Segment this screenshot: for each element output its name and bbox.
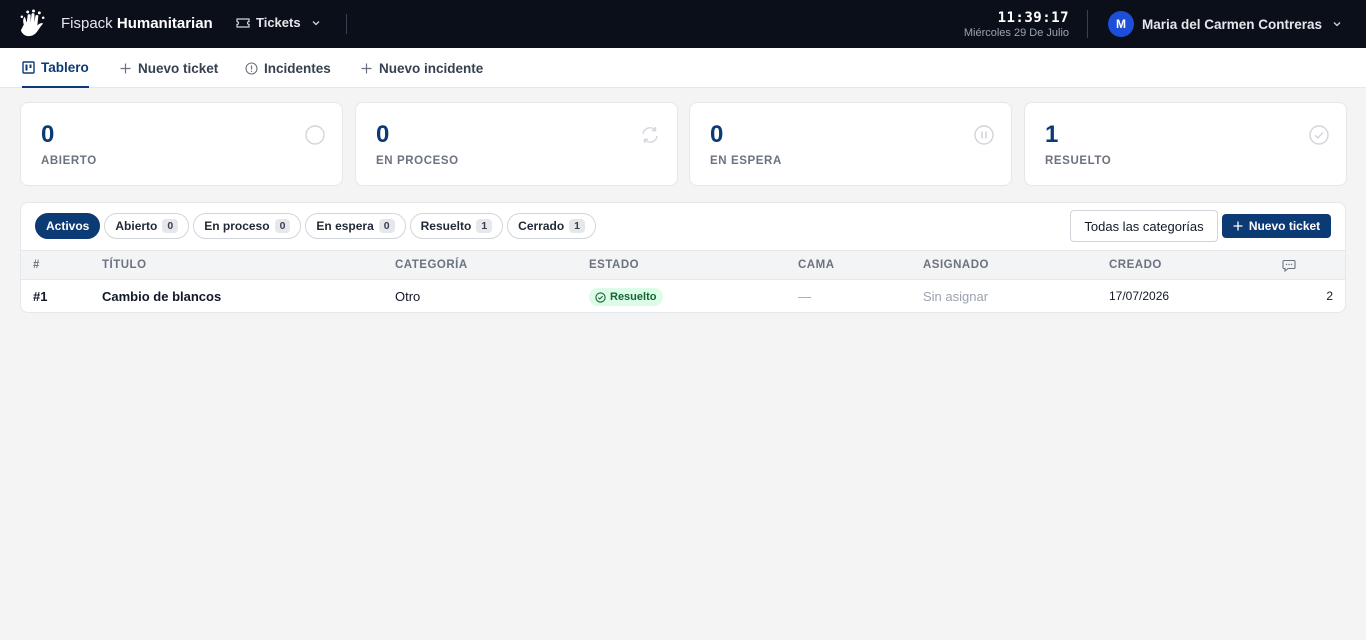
tab-nuevo-ticket[interactable]: Nuevo ticket <box>119 48 218 88</box>
col-header-created[interactable]: CREADO <box>1109 251 1162 280</box>
tab-label: Nuevo incidente <box>379 60 484 76</box>
stat-value: 1 <box>1045 121 1059 148</box>
top-bar: Fispack Humanitarian Tickets 11:39:17 Mi… <box>0 0 1366 48</box>
cell-bed: — <box>798 289 811 304</box>
chevron-down-icon <box>312 20 320 25</box>
tab-label: Incidentes <box>264 60 331 76</box>
module-label: Tickets <box>256 15 301 30</box>
tickets-panel: Activos Abierto 0 En proceso 0 En espera… <box>20 202 1346 313</box>
tab-label: Nuevo ticket <box>138 60 219 76</box>
filter-activos[interactable]: Activos <box>35 213 101 239</box>
clock: 11:39:17 Miércoles 29 De Julio <box>964 10 1069 40</box>
chevron-down-icon <box>1333 22 1341 27</box>
info-icon <box>245 61 258 75</box>
filter-count: 0 <box>162 219 179 233</box>
cell-title[interactable]: Cambio de blancos <box>102 280 221 312</box>
stat-card-resuelto[interactable]: 1 RESUELTO <box>1024 102 1347 186</box>
col-header-status[interactable]: ESTADO <box>589 251 639 280</box>
hands-logo-icon[interactable] <box>18 9 49 40</box>
status-label: Resuelto <box>610 291 657 303</box>
stat-value: 0 <box>41 121 55 148</box>
status-filters: Activos Abierto 0 En proceso 0 En espera… <box>35 213 597 239</box>
filter-en-espera[interactable]: En espera 0 <box>305 213 406 239</box>
filter-label: Resuelto <box>420 219 472 233</box>
filter-count: 0 <box>274 219 291 233</box>
table-header: # TÍTULO CATEGORÍA ESTADO CAMA ASIGNADO … <box>21 250 1345 280</box>
filter-label: Cerrado <box>518 219 565 233</box>
cell-comments: 2 <box>1326 289 1333 303</box>
stat-label: ABIERTO <box>41 155 97 167</box>
nav-tabs: Tablero Nuevo ticket Incidentes Nuevo in… <box>0 48 1366 88</box>
col-header-title[interactable]: TÍTULO <box>102 251 147 280</box>
col-header-category[interactable]: CATEGORÍA <box>395 251 468 280</box>
filter-resuelto[interactable]: Resuelto 1 <box>409 213 504 239</box>
pause-icon <box>974 125 994 145</box>
stat-card-en-proceso[interactable]: 0 EN PROCESO <box>355 102 678 186</box>
plus-icon <box>120 63 131 73</box>
refresh-icon <box>642 127 658 143</box>
clock-date: Miércoles 29 De Julio <box>963 27 1069 39</box>
filter-label: En proceso <box>204 219 270 233</box>
tab-tablero[interactable]: Tablero <box>22 48 89 88</box>
col-header-assigned[interactable]: ASIGNADO <box>923 251 989 280</box>
stat-label: EN ESPERA <box>710 155 782 167</box>
cell-category: Otro <box>395 289 421 304</box>
tab-label: Tablero <box>41 59 89 75</box>
category-select[interactable]: Todas las categorías <box>1070 210 1218 242</box>
circle-icon <box>305 125 325 145</box>
user-name: Maria del Carmen Contreras <box>1142 16 1323 32</box>
filter-label: Activos <box>46 219 90 233</box>
tab-incidentes[interactable]: Incidentes <box>245 48 331 88</box>
plus-icon <box>1233 221 1243 231</box>
brand-name-bold: Humanitarian <box>116 15 213 32</box>
filter-en-proceso[interactable]: En proceso 0 <box>193 213 302 239</box>
filter-count: 1 <box>569 219 586 233</box>
user-menu[interactable]: M Maria del Carmen Contreras <box>1108 11 1342 37</box>
brand-name-light: Fispack <box>61 15 113 32</box>
topbar-divider <box>1087 10 1088 38</box>
filter-abierto[interactable]: Abierto 0 <box>104 213 190 239</box>
filter-count: 1 <box>476 219 493 233</box>
brand-name[interactable]: Fispack Humanitarian <box>61 15 213 32</box>
table-row[interactable]: #1 Cambio de blancos Otro Resuelto — Sin… <box>21 280 1345 312</box>
filter-label: En espera <box>316 219 374 233</box>
comment-icon <box>1282 259 1296 272</box>
col-header-id[interactable]: # <box>33 251 40 280</box>
board-icon <box>22 60 35 74</box>
filter-count: 0 <box>378 219 395 233</box>
filter-label: Abierto <box>115 219 158 233</box>
status-badge: Resuelto <box>589 288 664 306</box>
check-circle-icon <box>1309 125 1329 145</box>
cell-assigned: Sin asignar <box>923 289 989 304</box>
new-ticket-button[interactable]: Nuevo ticket <box>1222 214 1331 238</box>
plus-icon <box>361 63 372 73</box>
ticket-icon <box>236 17 250 28</box>
module-switcher[interactable]: Tickets <box>236 15 321 30</box>
stat-label: RESUELTO <box>1045 155 1112 167</box>
filter-cerrado[interactable]: Cerrado 1 <box>507 213 597 239</box>
stat-label: EN PROCESO <box>376 155 459 167</box>
check-circle-icon <box>595 291 606 303</box>
avatar: M <box>1108 11 1134 37</box>
col-header-bed[interactable]: CAMA <box>798 251 835 280</box>
clock-time: 11:39:17 <box>997 10 1069 26</box>
stat-card-abierto[interactable]: 0 ABIERTO <box>20 102 343 186</box>
cell-created: 17/07/2026 <box>1109 289 1170 303</box>
topbar-divider <box>346 14 347 34</box>
stat-value: 0 <box>710 121 724 148</box>
stat-value: 0 <box>376 121 390 148</box>
stat-card-en-espera[interactable]: 0 EN ESPERA <box>689 102 1012 186</box>
tab-nuevo-incidente[interactable]: Nuevo incidente <box>360 48 483 88</box>
cell-id: #1 <box>33 289 48 304</box>
new-ticket-label: Nuevo ticket <box>1248 219 1321 233</box>
